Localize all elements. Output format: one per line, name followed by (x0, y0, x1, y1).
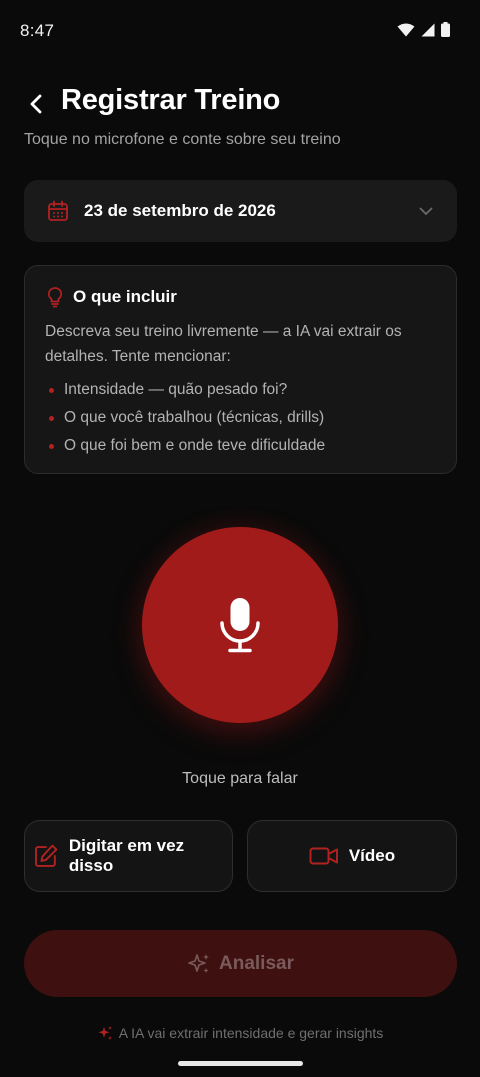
analyze-label: Analisar (219, 952, 294, 974)
status-time: 8:47 (20, 21, 55, 40)
ai-footer-note: A IA vai extrair intensidade e gerar ins… (0, 1025, 480, 1041)
type-instead-button[interactable]: Digitar em vez disso (24, 820, 233, 892)
bullet-dot (49, 387, 54, 393)
tip-text: Intensidade — quão pesado foi? (64, 381, 288, 398)
analyze-button[interactable]: Analisar (24, 930, 457, 997)
status-icons (397, 22, 450, 37)
include-tips-card: O que incluir Descreva seu treino livrem… (24, 265, 457, 474)
date-picker[interactable]: 23 de setembro de 2026 (24, 180, 457, 242)
footer-note-text: A IA vai extrair intensidade e gerar ins… (118, 1025, 384, 1041)
signal-icon (421, 23, 435, 36)
sparkles-icon (188, 953, 209, 973)
register-training-screen: 8:47 Registrar Treino Toque no microfone… (0, 0, 480, 1077)
tip-text: O que você trabalhou (técnicas, drills) (64, 409, 325, 426)
status-bar: 8:47 (0, 0, 480, 60)
record-mic-button[interactable] (142, 527, 338, 723)
video-label: Vídeo (348, 846, 396, 865)
back-button[interactable] (20, 88, 52, 120)
video-button[interactable]: Vídeo (247, 820, 457, 892)
edit-icon (35, 844, 58, 867)
card-description: Descreva seu treino livremente — a IA va… (45, 323, 402, 365)
sparkles-icon (98, 1026, 112, 1040)
video-camera-icon (309, 847, 338, 865)
bullet-dot (49, 415, 54, 421)
card-title: O que incluir (73, 287, 177, 306)
tip-text: O que foi bem e onde teve dificuldade (64, 437, 326, 454)
chevron-down-icon (419, 207, 433, 215)
battery-icon (441, 22, 450, 37)
lightbulb-icon (47, 287, 63, 308)
bullet-dot (49, 443, 54, 449)
arrow-left-icon (30, 94, 42, 114)
tip-item: Intensidade — quão pesado foi? (45, 376, 436, 404)
type-instead-label: Digitar em vez disso (68, 836, 185, 875)
tips-list: Intensidade — quão pesado foi? O que voc… (45, 376, 436, 460)
mic-hint: Toque para falar (182, 770, 298, 787)
calendar-icon (48, 200, 68, 221)
wifi-icon (397, 23, 415, 36)
tip-item: O que foi bem e onde teve dificuldade (45, 432, 436, 460)
home-indicator[interactable] (178, 1061, 303, 1066)
date-value: 23 de setembro de 2026 (84, 201, 276, 220)
microphone-icon (220, 598, 260, 653)
page-subtitle: Toque no microfone e conte sobre seu tre… (24, 131, 341, 148)
page-title: Registrar Treino (61, 84, 281, 116)
card-header: O que incluir (45, 286, 436, 308)
tip-item: O que você trabalhou (técnicas, drills) (45, 404, 436, 432)
